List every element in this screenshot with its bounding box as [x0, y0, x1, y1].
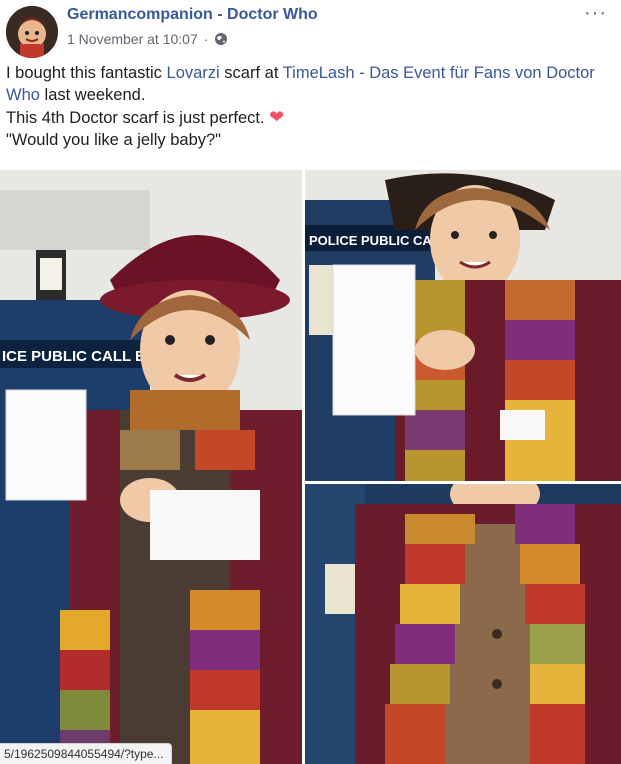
status-url-bar: 5/1962509844055494/?type...: [0, 743, 173, 764]
text-line1-mid: scarf at: [219, 64, 283, 82]
post-timestamp[interactable]: 1 November at 10:07: [67, 31, 198, 47]
post-text: I bought this fantastic Lovarzi scarf at…: [6, 62, 606, 151]
author-name-link[interactable]: Germancompanion - Doctor Who: [67, 6, 318, 24]
post-photo-2[interactable]: POLICE PUBLIC CALL BO: [305, 170, 621, 481]
text-line2: This 4th Doctor scarf is just perfect.: [6, 109, 270, 127]
lovarzi-link[interactable]: Lovarzi: [167, 64, 220, 82]
text-line1-post: last weekend.: [39, 86, 146, 104]
meta-separator: ·: [203, 31, 209, 47]
heart-icon: ❤: [269, 107, 285, 127]
post-photo-1[interactable]: ICE PUBLIC CALL BOX: [0, 170, 302, 764]
facebook-post: Germancompanion - Doctor Who 1 November …: [0, 0, 621, 764]
globe-icon[interactable]: [214, 32, 228, 46]
post-meta: 1 November at 10:07 ·: [67, 31, 228, 47]
text-line3: "Would you like a jelly baby?": [6, 131, 222, 149]
post-photo-3[interactable]: [305, 484, 621, 764]
text-line1-pre: I bought this fantastic: [6, 64, 167, 82]
more-options-icon[interactable]: ···: [584, 2, 607, 25]
author-avatar[interactable]: [6, 6, 58, 58]
